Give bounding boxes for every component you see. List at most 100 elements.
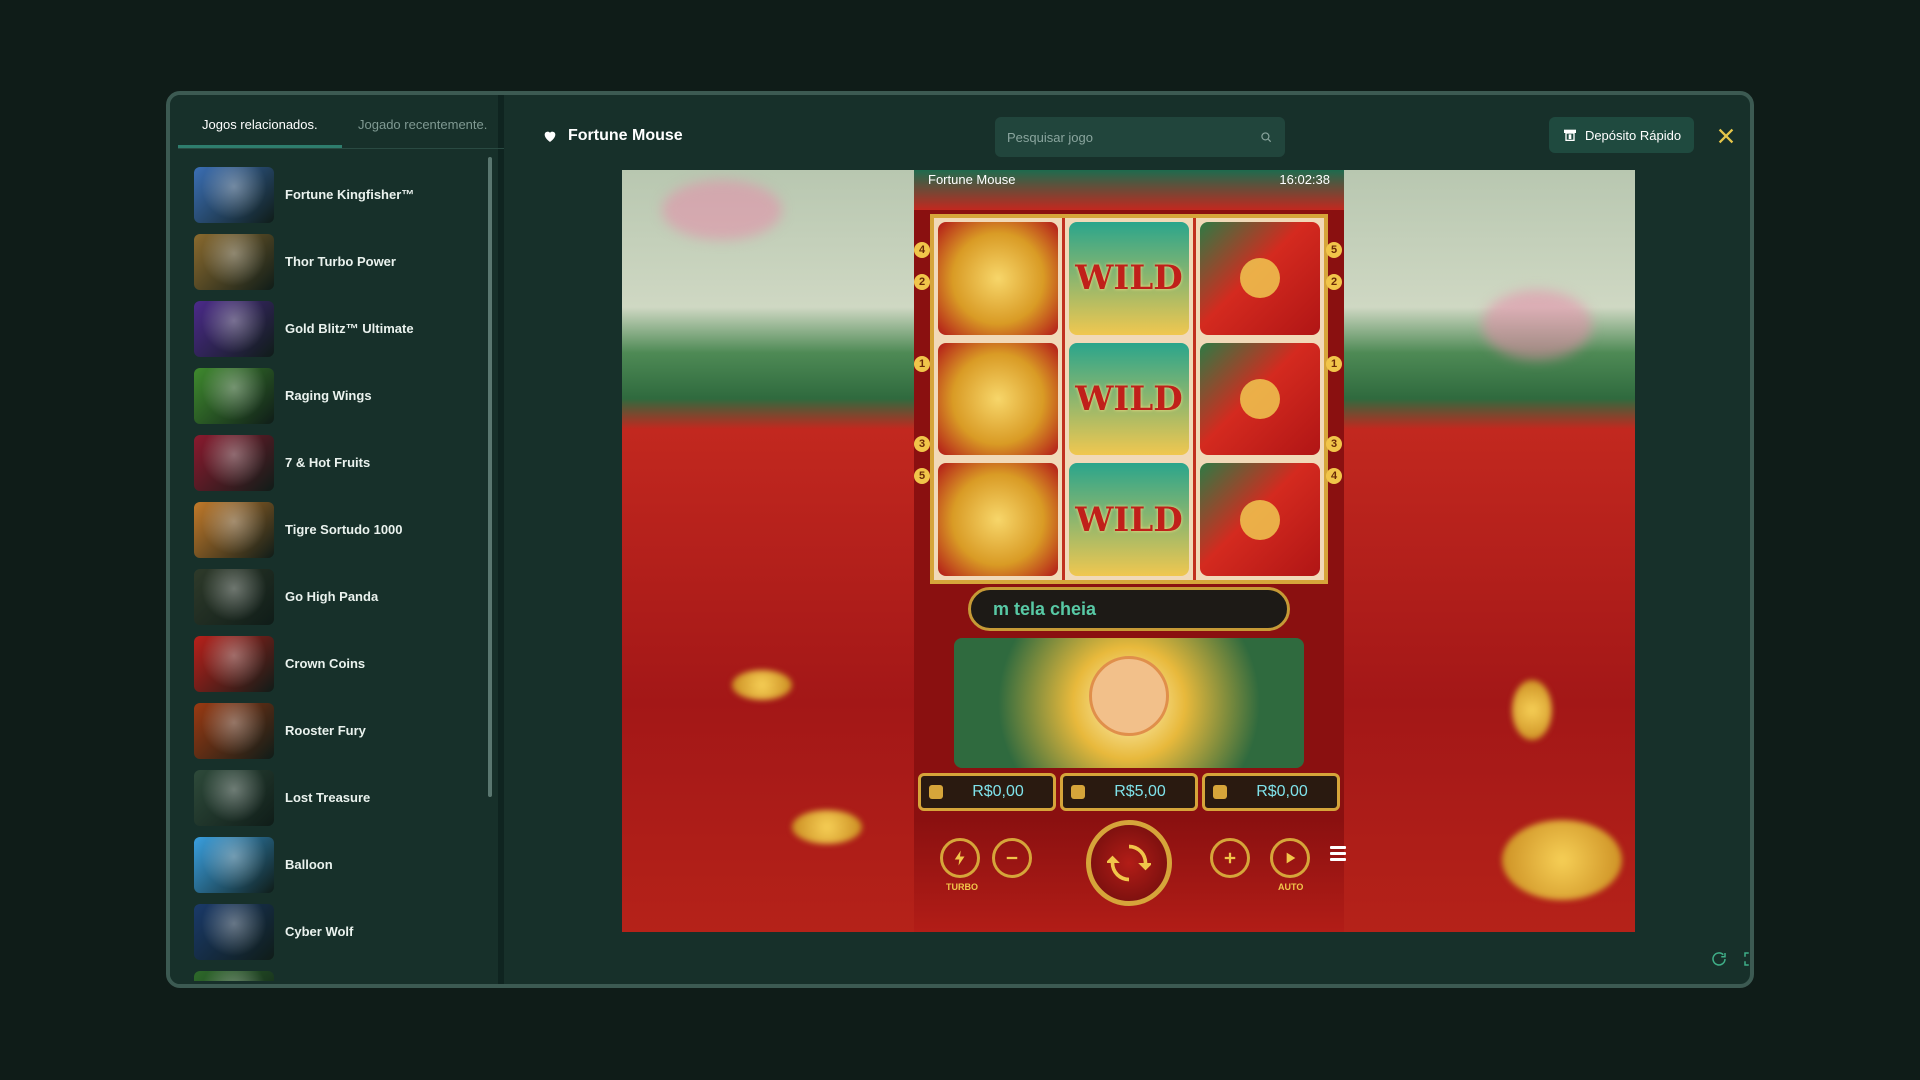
hamburger-menu-icon[interactable] <box>1330 846 1346 862</box>
quick-deposit-button[interactable]: Depósito Rápido <box>1549 117 1694 153</box>
game-thumbnail[interactable] <box>194 970 274 981</box>
tab-related-games[interactable]: Jogos relacionados. <box>202 117 318 132</box>
payline-number: 4 <box>914 242 930 258</box>
game-name: Crown Coins <box>285 656 366 671</box>
increase-bet-button[interactable] <box>1210 838 1250 878</box>
game-title-area: Fortune Mouse <box>542 127 683 145</box>
sidebar-scrollbar[interactable] <box>488 157 492 797</box>
play-icon <box>1286 852 1296 864</box>
game-name: Cyber Wolf <box>285 924 354 939</box>
game-thumbnail[interactable] <box>194 903 274 960</box>
bet-amount: R$5,00 <box>1060 773 1198 811</box>
win-amount-value: R$0,00 <box>1256 783 1308 800</box>
search-icon[interactable] <box>1259 130 1273 144</box>
game-name: Thor Turbo Power <box>285 254 396 269</box>
game-thumbnail[interactable] <box>194 501 274 558</box>
wallet-balance: R$0,00 <box>918 773 1056 811</box>
coin-decoration <box>792 810 862 844</box>
bet-amount-value: R$5,00 <box>1114 783 1166 800</box>
game-name: Go High Panda <box>285 589 379 604</box>
wild-text: WILD <box>1075 258 1183 299</box>
coin-decoration <box>732 670 792 700</box>
main-panel: Fortune Mouse Depósito Rápido <box>510 95 1750 984</box>
game-thumbnail[interactable] <box>194 769 274 826</box>
fu-symbol <box>938 222 1058 335</box>
deposit-icon <box>1563 129 1576 141</box>
game-thumbnail[interactable] <box>194 836 274 893</box>
game-list-item[interactable]: Gold Blitz™ Ultimate <box>194 295 484 362</box>
game-list-item[interactable]: Thor Turbo Power <box>194 228 484 295</box>
game-list-item[interactable]: Crown Coins <box>194 630 484 697</box>
reel-1 <box>934 218 1065 580</box>
game-clock: 16:02:38 <box>1279 172 1330 187</box>
game-list-item[interactable]: Rooster Fury <box>194 697 484 764</box>
game-modal: Jogos relacionados. Jogado recentemente.… <box>166 91 1754 988</box>
search-input[interactable] <box>1007 129 1259 145</box>
game-list-item[interactable] <box>194 965 484 981</box>
game-thumbnail[interactable] <box>194 568 274 625</box>
active-tab-indicator <box>178 145 342 148</box>
balance-bar: R$0,00 R$5,00 R$0,00 <box>918 773 1340 811</box>
close-icon[interactable] <box>1715 125 1737 147</box>
game-list-item[interactable]: Fortune Kingfisher™ <box>194 161 484 228</box>
decrease-bet-button[interactable] <box>992 838 1032 878</box>
sidebar-tabs: Jogos relacionados. Jogado recentemente. <box>178 95 504 149</box>
blossom-decoration <box>662 180 782 240</box>
auto-label: AUTO <box>1278 882 1304 892</box>
game-list-item[interactable]: Go High Panda <box>194 563 484 630</box>
payline-number: 1 <box>914 356 930 372</box>
message-banner: m tela cheia <box>968 587 1290 631</box>
slot-reels[interactable]: WILD WILD WILD <box>930 214 1328 584</box>
win-icon <box>1213 785 1227 799</box>
game-thumbnail[interactable] <box>194 233 274 290</box>
payline-number: 4 <box>1326 468 1342 484</box>
turbo-button[interactable] <box>940 838 980 878</box>
red-envelope-symbol <box>1200 222 1320 335</box>
banner-text: m tela cheia <box>993 598 1097 619</box>
game-name: Raging Wings <box>285 388 372 403</box>
game-frame[interactable]: Fortune Mouse 16:02:38 WILD WILD WILD 4 … <box>622 170 1635 932</box>
game-thumbnail[interactable] <box>194 702 274 759</box>
reel-3 <box>1196 218 1324 580</box>
payline-number: 2 <box>1326 274 1342 290</box>
coins-icon <box>1071 785 1085 799</box>
reel-2: WILD WILD WILD <box>1065 218 1196 580</box>
game-list-item[interactable]: Tigre Sortudo 1000 <box>194 496 484 563</box>
wallet-balance-value: R$0,00 <box>972 783 1024 800</box>
payline-number: 2 <box>914 274 930 290</box>
game-thumbnail[interactable] <box>194 300 274 357</box>
spin-button[interactable] <box>1086 820 1172 906</box>
wild-text: WILD <box>1075 379 1183 419</box>
spin-icon <box>1107 844 1151 882</box>
red-envelope-symbol <box>1200 342 1320 456</box>
game-list-item[interactable]: Lost Treasure <box>194 764 484 831</box>
game-list-item[interactable]: Balloon <box>194 831 484 898</box>
game-name: Lost Treasure <box>285 790 371 805</box>
turbo-label: TURBO <box>946 882 978 892</box>
game-name: Balloon <box>285 857 333 872</box>
game-label: Fortune Mouse <box>928 172 1016 187</box>
favorite-heart-icon[interactable] <box>542 128 558 144</box>
game-thumbnail[interactable] <box>194 166 274 223</box>
fullscreen-icon[interactable] <box>1742 950 1754 968</box>
page-title: Fortune Mouse <box>568 127 683 144</box>
game-list-item[interactable]: Raging Wings <box>194 362 484 429</box>
game-list-item[interactable]: Cyber Wolf <box>194 898 484 965</box>
auto-spin-button[interactable] <box>1270 838 1310 878</box>
coin-decoration <box>1502 820 1622 900</box>
game-thumbnail[interactable] <box>194 434 274 491</box>
game-thumbnail[interactable] <box>194 367 274 424</box>
mouse-mascot <box>954 638 1304 768</box>
slot-game[interactable]: Fortune Mouse 16:02:38 WILD WILD WILD 4 … <box>914 170 1346 932</box>
game-name: Tigre Sortudo 1000 <box>285 522 403 537</box>
game-top-bar: Fortune Mouse 16:02:38 <box>914 170 1344 210</box>
payline-number: 5 <box>914 468 930 484</box>
tab-recently-played[interactable]: Jogado recentemente. <box>358 117 487 132</box>
reload-icon[interactable] <box>1710 950 1728 968</box>
payline-number: 5 <box>1326 242 1342 258</box>
game-list-item[interactable]: 7 & Hot Fruits <box>194 429 484 496</box>
payline-number: 3 <box>1326 436 1342 452</box>
search-box <box>995 117 1285 157</box>
game-thumbnail[interactable] <box>194 635 274 692</box>
win-amount: R$0,00 <box>1202 773 1340 811</box>
